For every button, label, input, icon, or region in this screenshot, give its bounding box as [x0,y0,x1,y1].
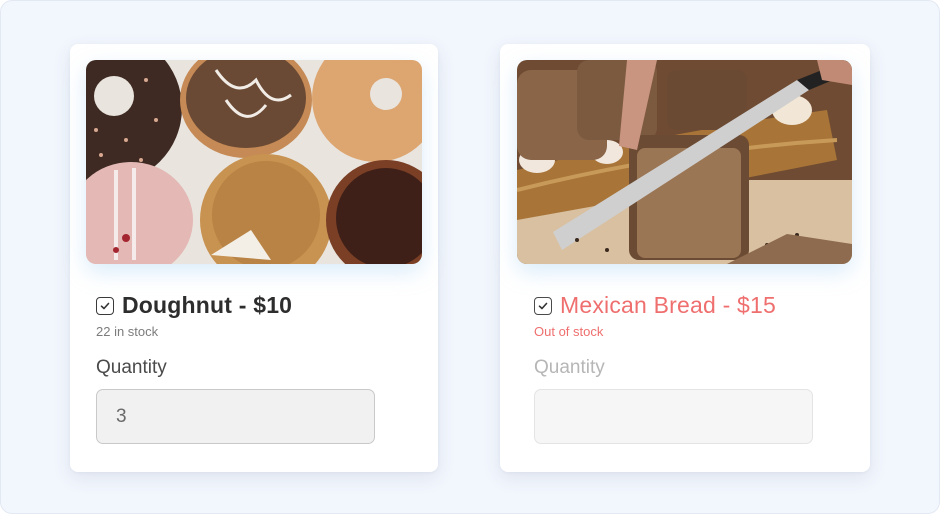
doughnuts-photo [86,60,422,264]
quantity-input[interactable] [534,389,813,444]
checkbox-icon[interactable] [534,296,552,315]
product-title: Doughnut - $10 [122,292,293,318]
stock-status: Out of stock [534,324,604,339]
product-card-doughnut: Doughnut - $10 22 in stock Quantity [70,44,438,472]
checkbox-icon[interactable] [96,296,114,315]
product-card-mexican-bread: Mexican Bread - $15 Out of stock Quantit… [500,44,870,472]
quantity-label: Quantity [96,357,167,378]
product-title-row: Doughnut - $10 [96,292,292,319]
bread-photo [517,60,852,264]
product-title: Mexican Bread - $15 [560,292,777,318]
quantity-input[interactable] [96,389,375,444]
quantity-label: Quantity [534,357,605,378]
product-title-row: Mexican Bread - $15 [534,292,776,319]
stock-status: 22 in stock [96,324,159,339]
